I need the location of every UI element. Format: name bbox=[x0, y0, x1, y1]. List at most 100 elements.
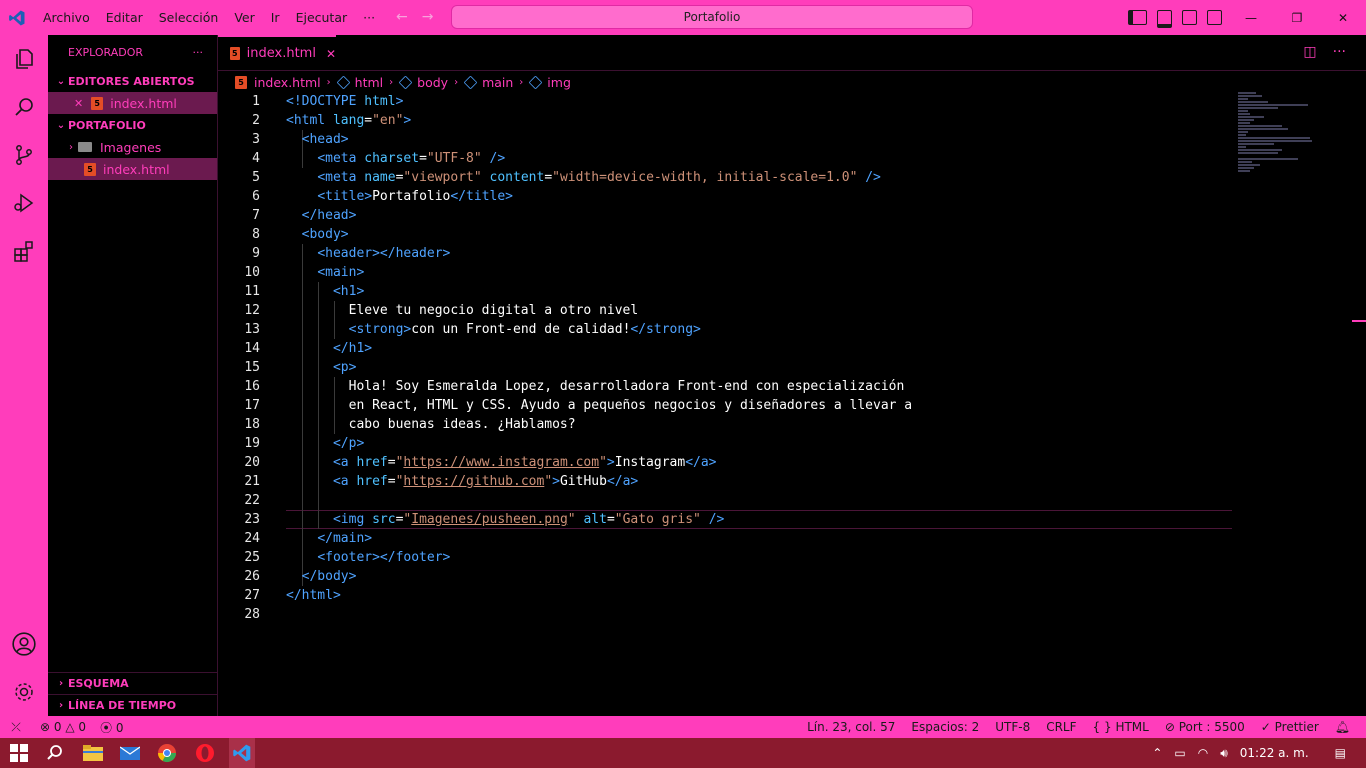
minimize-icon[interactable]: — bbox=[1228, 0, 1274, 35]
wifi-icon[interactable]: ◠ bbox=[1198, 746, 1208, 760]
live-server-port[interactable]: ⊘ Port : 5500 bbox=[1165, 720, 1245, 734]
tab-close-icon[interactable]: ✕ bbox=[326, 47, 336, 61]
source-control-icon[interactable] bbox=[0, 131, 48, 179]
code-line: <a href="https://www.instagram.com">Inst… bbox=[332, 455, 717, 470]
element-icon bbox=[463, 75, 478, 89]
explorer-more-button[interactable]: ··· bbox=[193, 46, 204, 59]
portafolio-folder-section[interactable]: ⌄ PORTAFOLIO bbox=[48, 114, 217, 136]
notification-center-icon[interactable]: ▤ bbox=[1335, 746, 1346, 760]
chrome-icon[interactable] bbox=[156, 742, 178, 764]
chevron-right-icon: › bbox=[389, 76, 394, 88]
line-number: 27 bbox=[244, 588, 260, 603]
html5-file-icon: 5 bbox=[84, 162, 96, 176]
account-icon[interactable] bbox=[0, 620, 48, 668]
minimap-line bbox=[1238, 128, 1288, 130]
command-center-search[interactable]: Portafolio bbox=[451, 5, 973, 29]
breadcrumb-item[interactable]: index.html bbox=[254, 75, 321, 90]
menu-editar[interactable]: Editar bbox=[98, 10, 151, 25]
run-debug-icon[interactable] bbox=[0, 179, 48, 227]
menu-more[interactable]: ··· bbox=[355, 10, 383, 25]
line-number: 20 bbox=[244, 455, 260, 470]
code-line: <footer></footer> bbox=[317, 550, 451, 565]
minimap-line bbox=[1238, 143, 1274, 145]
explorer-icon[interactable] bbox=[0, 35, 48, 83]
element-icon bbox=[336, 75, 351, 89]
extensions-icon[interactable] bbox=[0, 227, 48, 275]
error-count: 0 bbox=[53, 720, 62, 734]
minimap-line bbox=[1238, 146, 1246, 148]
timeline-section[interactable]: › LÍNEA DE TIEMPO bbox=[48, 694, 217, 716]
menu-ir[interactable]: Ir bbox=[263, 10, 288, 25]
remote-icon[interactable]: ⤫ bbox=[0, 720, 32, 735]
language-mode[interactable]: { } HTML bbox=[1093, 720, 1149, 734]
back-arrow-icon[interactable]: ← bbox=[396, 9, 422, 25]
minimap-line bbox=[1238, 122, 1250, 124]
problems-status[interactable]: ⊗ 0 △ 0 bbox=[40, 720, 86, 734]
code-line: Eleve tu negocio digital a otro nivel bbox=[286, 303, 639, 318]
menu-archivo[interactable]: Archivo bbox=[35, 10, 98, 25]
timeline-label: LÍNEA DE TIEMPO bbox=[68, 699, 177, 712]
minimap-line bbox=[1238, 140, 1312, 142]
menu-ver[interactable]: Ver bbox=[226, 10, 262, 25]
line-number: 22 bbox=[244, 493, 260, 508]
minimap[interactable] bbox=[1238, 92, 1318, 172]
line-number: 17 bbox=[244, 398, 260, 413]
code-line: <title>Portafolio</title> bbox=[317, 189, 514, 204]
minimap-line bbox=[1238, 101, 1268, 103]
line-ending[interactable]: CRLF bbox=[1046, 720, 1076, 734]
code-line: cabo buenas ideas. ¿Hablamos? bbox=[286, 417, 576, 432]
status-right: Lín. 23, col. 57 Espacios: 2 UTF-8 CRLF … bbox=[807, 716, 1350, 738]
cursor-position[interactable]: Lín. 23, col. 57 bbox=[807, 720, 895, 734]
chevron-up-icon[interactable]: ⌃ bbox=[1152, 746, 1162, 760]
tree-item-index-html[interactable]: 5 index.html bbox=[48, 158, 217, 180]
close-icon[interactable]: ✕ bbox=[74, 97, 83, 110]
line-number: 6 bbox=[252, 189, 260, 204]
outline-section[interactable]: › ESQUEMA bbox=[48, 672, 217, 694]
file-explorer-icon[interactable] bbox=[82, 742, 104, 764]
html5-file-icon: 5 bbox=[230, 47, 240, 60]
toggle-panel-icon[interactable] bbox=[1157, 10, 1172, 28]
indentation[interactable]: Espacios: 2 bbox=[911, 720, 979, 734]
close-window-icon[interactable]: ✕ bbox=[1320, 0, 1366, 35]
code-line: <strong>con un Front-end de calidad!</st… bbox=[348, 322, 701, 337]
restore-icon[interactable]: ❐ bbox=[1274, 0, 1320, 35]
tree-item-imagenes[interactable]: › Imagenes bbox=[48, 136, 217, 158]
vscode-taskbar-icon[interactable] bbox=[229, 738, 255, 768]
breadcrumb-item[interactable]: main bbox=[482, 75, 513, 90]
taskbar-search-icon[interactable] bbox=[44, 742, 66, 764]
toggle-sidebar-icon[interactable] bbox=[1128, 10, 1147, 25]
clock[interactable]: 01:22 a. m. bbox=[1240, 746, 1309, 760]
breadcrumb-item[interactable]: img bbox=[547, 75, 571, 90]
code-line: <head> bbox=[301, 132, 349, 147]
menu-ejecutar[interactable]: Ejecutar bbox=[288, 10, 356, 25]
volume-icon[interactable]: 🔊︎ bbox=[1220, 746, 1228, 761]
prettier-status[interactable]: ✓ Prettier bbox=[1261, 720, 1319, 734]
breadcrumb-item[interactable]: html bbox=[355, 75, 383, 90]
battery-icon[interactable]: ▭ bbox=[1174, 746, 1185, 760]
breadcrumb: 5 index.html › html › body › main › img bbox=[218, 71, 1366, 93]
split-editor-icon[interactable]: ◫ bbox=[1303, 44, 1316, 60]
toggle-secondary-sidebar-icon[interactable] bbox=[1182, 10, 1197, 25]
ports-status[interactable]: ⦿ 0 bbox=[100, 719, 123, 736]
opera-icon[interactable] bbox=[194, 742, 216, 764]
more-actions-icon[interactable]: ··· bbox=[1333, 44, 1346, 60]
encoding[interactable]: UTF-8 bbox=[995, 720, 1030, 734]
search-icon[interactable] bbox=[0, 83, 48, 131]
code-editor[interactable]: 1 2 3 4 5 6 7 8 9 10 11 12 13 14 15 16 1… bbox=[218, 92, 1366, 716]
breadcrumb-item[interactable]: body bbox=[417, 75, 448, 90]
chevron-right-icon: › bbox=[326, 76, 331, 88]
prettier-label: Prettier bbox=[1274, 720, 1319, 734]
code-line: <meta charset="UTF-8" /> bbox=[317, 151, 506, 166]
forward-arrow-icon[interactable]: → bbox=[422, 9, 448, 25]
menu-seleccion[interactable]: Selección bbox=[151, 10, 227, 25]
minimap-line bbox=[1238, 107, 1278, 109]
open-editor-item[interactable]: ✕ 5 index.html bbox=[48, 92, 217, 114]
windows-start-icon[interactable] bbox=[8, 742, 30, 764]
settings-gear-icon[interactable] bbox=[0, 668, 48, 716]
mail-icon[interactable] bbox=[119, 742, 141, 764]
editor-actions: ◫ ··· bbox=[1303, 44, 1346, 60]
notifications-bell-icon[interactable]: 🔔︎ bbox=[1335, 720, 1350, 734]
tab-index-html[interactable]: 5 index.html ✕ bbox=[218, 35, 336, 70]
customize-layout-icon[interactable] bbox=[1207, 10, 1222, 25]
open-editors-section[interactable]: ⌄ EDITORES ABIERTOS bbox=[48, 70, 217, 92]
